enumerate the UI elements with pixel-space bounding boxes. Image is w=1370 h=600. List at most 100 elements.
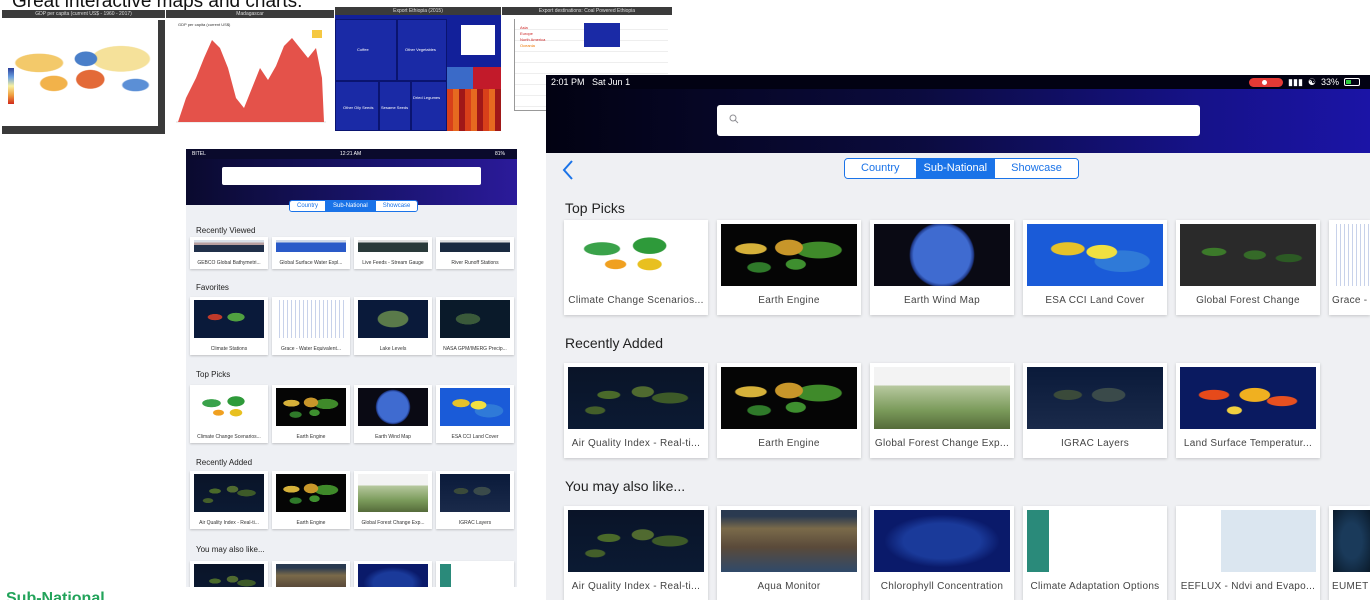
thumbnail-image [721,224,857,286]
screen-record-icon [1249,77,1284,87]
item-label: Air Quality Index - Real-ti... [571,581,701,592]
list-item[interactable]: Global Forest Change Exp... [870,363,1014,458]
list-item[interactable]: Climate Stations [190,297,268,355]
item-label: Global Surface Water Expl... [279,260,343,266]
thumbnail-image [276,240,346,252]
segment-showcase[interactable]: Showcase [375,201,418,211]
tooltip-box [584,23,620,47]
thumbnail-image [1027,224,1163,286]
carrier-label: BITEL [192,151,206,157]
search-input[interactable] [222,167,481,185]
treemap-label: Other Vegetables [405,47,436,52]
item-label: NASA GPM/IMERG Precip... [443,346,507,352]
list-item[interactable]: Aqua Monitor [717,506,861,600]
phone-header [186,159,517,205]
search-input[interactable] [717,105,1200,136]
list-item[interactable]: Grace - Water Equivalent... [272,297,350,355]
thumbnail-image [276,474,346,512]
list-item[interactable]: River Runoff Stations [436,237,514,269]
item-label: ESA CCI Land Cover [451,434,499,440]
chevron-left-icon[interactable] [561,159,575,181]
list-item[interactable]: ESA CCI Land Cover [436,385,514,443]
list-item[interactable] [354,561,432,587]
list-item[interactable]: GEBCO Global Bathymetri... [190,237,268,269]
legend-item: Europe [520,31,533,36]
ipad-segmented-control[interactable]: Country Sub-National Showcase [844,158,1079,179]
list-item[interactable] [190,561,268,587]
thumbnail-image [194,564,264,587]
list-item[interactable]: Earth Engine [272,385,350,443]
list-item[interactable]: Earth Engine [717,220,861,315]
list-item[interactable]: Climate Change Scenarios... [190,385,268,443]
section-title: Recently Added [196,458,253,467]
list-item[interactable]: IGRAC Layers [436,471,514,529]
thumbnail-image [874,367,1010,429]
list-item[interactable]: Live Feeds - Stream Gauge [354,237,432,269]
item-label: Grace - [1332,295,1368,306]
segment-country[interactable]: Country [845,159,917,178]
thumbnail-header: Export destinations: Coal Powered Ethiop… [502,7,672,15]
thumbnail-image [358,240,428,252]
thumbnail-image [1180,224,1316,286]
thumbnail-image [1333,510,1370,572]
list-item[interactable]: Earth Engine [717,363,861,458]
treemap-cell [411,81,447,131]
list-item[interactable]: Air Quality Index - Real-ti... [564,363,708,458]
gdp-area-chart-thumbnail[interactable]: Madagascar GDP per capita (current US$) [166,10,334,130]
list-item[interactable]: Earth Wind Map [870,220,1014,315]
thumbnail-image [1333,224,1370,286]
treemap-cell [473,67,501,89]
thumbnail-image [721,367,857,429]
item-label: Lake Levels [379,346,407,352]
dropdown-menu[interactable] [461,25,495,55]
export-treemap-thumbnail[interactable]: Export Ethiopia (2015) Coffee Other Vege… [335,7,501,131]
list-item[interactable]: Land Surface Temperatur... [1176,363,1320,458]
thumbnail-image [276,388,346,426]
phone-status-bar: BITEL 12:21 AM 81% [186,149,517,159]
item-label: Global Forest Change Exp... [874,438,1010,449]
item-label: Earth Wind Map [375,434,411,440]
item-label: GEBCO Global Bathymetri... [197,260,261,266]
list-item[interactable]: Grace - [1329,220,1370,315]
thumbnail-image [568,510,704,572]
map-timeline[interactable] [2,126,158,134]
list-item[interactable] [272,561,350,587]
segment-sub-national[interactable]: Sub-National [326,201,376,211]
map-side-panel [158,20,165,134]
list-item[interactable]: EEFLUX - Ndvi and Evapo... [1176,506,1320,600]
gdp-map-thumbnail[interactable]: GDP per capita (current US$ - 1960 - 201… [2,10,165,134]
list-item[interactable]: Earth Wind Map [354,385,432,443]
phone-segmented-control[interactable]: Country Sub-National Showcase [289,200,419,212]
ipad-status-bar: 2:01 PM Sat Jun 1 ▮▮▮ ☯ 33% [546,75,1370,89]
section-title: You may also like... [565,478,686,494]
list-item[interactable]: Global Forest Change Exp... [354,471,432,529]
thumbnail-image [276,564,346,587]
list-item[interactable]: Global Surface Water Expl... [272,237,350,269]
list-item[interactable]: IGRAC Layers [1023,363,1167,458]
list-item[interactable]: Climate Adaptation Options [1023,506,1167,600]
thumbnail-image [440,300,510,338]
time-text: 2:01 PM [551,77,585,87]
list-item[interactable]: Climate Change Scenarios... [564,220,708,315]
item-label: EUMET [1332,581,1369,592]
list-item[interactable]: Lake Levels [354,297,432,355]
section-title: Recently Viewed [196,226,256,235]
list-item[interactable]: Global Forest Change [1176,220,1320,315]
list-item[interactable]: EUMET [1329,506,1370,600]
thumbnail-image [440,240,510,252]
segment-showcase[interactable]: Showcase [995,159,1078,178]
list-item[interactable]: ESA CCI Land Cover [1023,220,1167,315]
list-item[interactable]: Earth Engine [272,471,350,529]
list-item[interactable]: Air Quality Index - Real-ti... [564,506,708,600]
thumbnail-image [1027,367,1163,429]
list-item[interactable]: Air Quality Index - Real-ti... [190,471,268,529]
item-label: Air Quality Index - Real-ti... [571,438,701,449]
segment-sub-national[interactable]: Sub-National [916,159,996,178]
status-icons: ▮▮▮ ☯ 33% [1249,75,1360,89]
list-item[interactable] [436,561,514,587]
segment-country[interactable]: Country [290,201,327,211]
list-item[interactable]: NASA GPM/IMERG Precip... [436,297,514,355]
list-item[interactable]: Chlorophyll Concentration [870,506,1014,600]
battery-percent: 33% [1320,77,1339,87]
legend-item: North America [520,37,546,42]
